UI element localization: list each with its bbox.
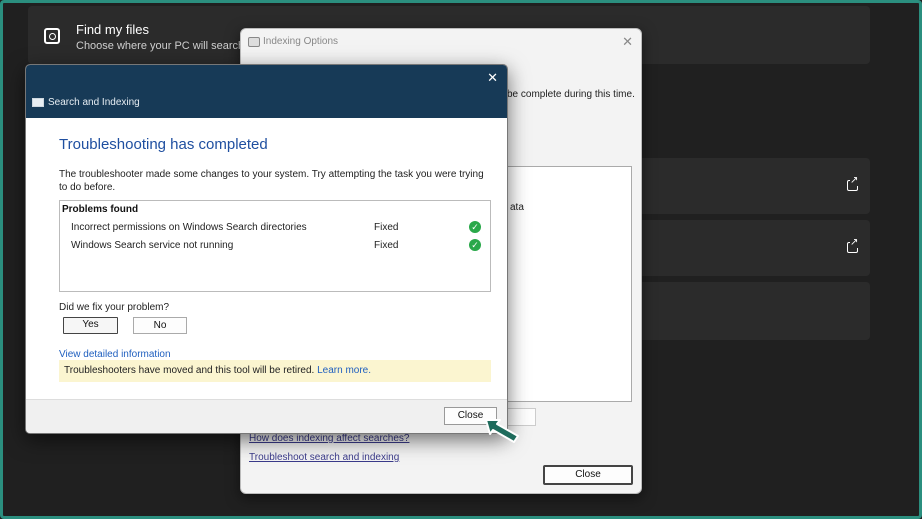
indexed-locations-list[interactable]: ata	[507, 166, 632, 402]
troubleshooter-header: ✕ Search and Indexing	[26, 65, 507, 118]
find-my-files-subtitle: Choose where your PC will search f	[76, 40, 251, 52]
troubleshooter-description: The troubleshooter made some changes to …	[59, 169, 484, 193]
indexing-help-link[interactable]: How does indexing affect searches?	[249, 433, 409, 444]
problems-found-header: Problems found	[62, 204, 139, 215]
indexing-window-title: Indexing Options	[263, 36, 339, 47]
external-link-icon	[847, 176, 859, 191]
troubleshooter-window-title: Search and Indexing	[48, 97, 140, 108]
problem-name: Incorrect permissions on Windows Search …	[71, 222, 307, 233]
troubleshooter-window-icon	[32, 98, 44, 107]
problem-name: Windows Search service not running	[71, 240, 234, 251]
fix-question: Did we fix your problem?	[59, 302, 170, 313]
indexing-close-button[interactable]: Close	[543, 465, 633, 485]
indexing-status-text: be complete during this time.	[507, 89, 635, 100]
retirement-notice: Troubleshooters have moved and this tool…	[59, 360, 491, 382]
indexing-window-icon	[248, 37, 260, 47]
external-link-icon	[847, 238, 859, 253]
view-details-link[interactable]: View detailed information	[59, 349, 171, 360]
cursor-arrow-icon	[485, 419, 519, 443]
troubleshooter-body: Troubleshooting has completed The troubl…	[26, 118, 507, 399]
indexing-titlebar: Indexing Options ✕	[241, 29, 641, 55]
troubleshooter-dialog: ✕ Search and Indexing Troubleshooting ha…	[25, 64, 508, 434]
problem-row: Windows Search service not running Fixed…	[60, 238, 490, 254]
close-icon[interactable]: ✕	[487, 70, 498, 86]
find-my-files-title: Find my files	[76, 22, 149, 37]
problem-status: Fixed	[374, 240, 399, 251]
indexed-location-text: ata	[510, 202, 524, 213]
problem-row: Incorrect permissions on Windows Search …	[60, 220, 490, 236]
learn-more-link[interactable]: Learn more.	[317, 365, 371, 376]
troubleshoot-search-link[interactable]: Troubleshoot search and indexing	[249, 452, 399, 463]
check-icon: ✓	[469, 221, 481, 233]
troubleshooter-footer: Close	[26, 399, 507, 433]
search-icon	[44, 28, 60, 44]
troubleshooter-heading: Troubleshooting has completed	[59, 136, 268, 153]
problems-found-box: Problems found Incorrect permissions on …	[59, 200, 491, 292]
check-icon: ✓	[469, 239, 481, 251]
notice-text: Troubleshooters have moved and this tool…	[64, 365, 315, 376]
no-button[interactable]: No	[133, 317, 187, 334]
close-icon[interactable]: ✕	[622, 34, 633, 50]
yes-button[interactable]: Yes	[63, 317, 118, 334]
problem-status: Fixed	[374, 222, 399, 233]
